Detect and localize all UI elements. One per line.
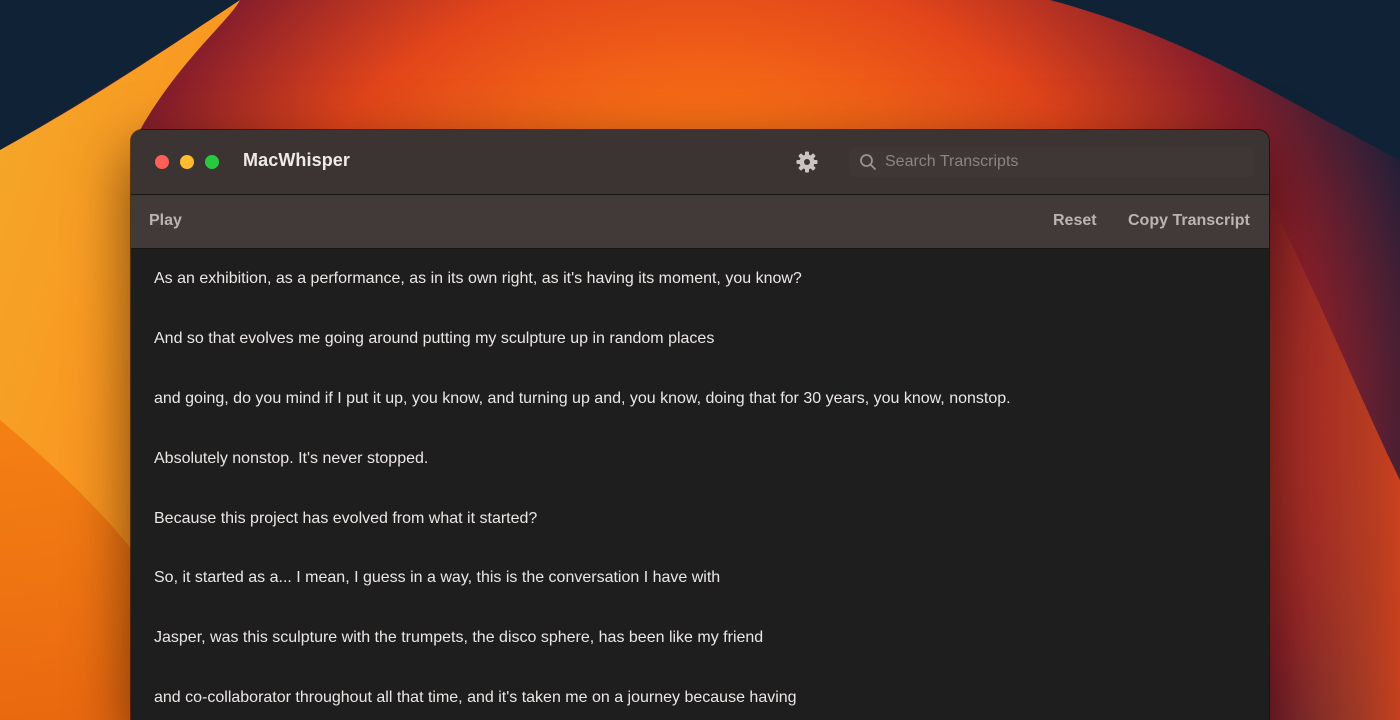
zoom-window-button[interactable] <box>205 155 219 169</box>
app-title: MacWhisper <box>243 150 351 170</box>
copy-transcript-button[interactable]: Copy Transcript <box>1128 212 1250 230</box>
transcript-line[interactable]: and co-collaborator throughout all that … <box>154 689 797 707</box>
reset-button[interactable]: Reset <box>1053 212 1097 230</box>
transcript-view[interactable]: As an exhibition, as a performance, as i… <box>131 249 1269 720</box>
transcript-line[interactable]: As an exhibition, as a performance, as i… <box>154 270 802 288</box>
gear-icon[interactable] <box>795 150 819 174</box>
transcript-line[interactable]: And so that evolves me going around putt… <box>154 330 714 348</box>
title-bar: MacWhisper <box>131 130 1269 195</box>
app-window: MacWhisper Search Transcripts Play Reset… <box>131 130 1269 720</box>
play-button[interactable]: Play <box>149 212 182 230</box>
search-field[interactable] <box>849 147 1254 177</box>
transcript-line[interactable]: Absolutely nonstop. It's never stopped. <box>154 450 428 468</box>
transcript-line[interactable]: Because this project has evolved from wh… <box>154 510 537 528</box>
search-input[interactable] <box>885 147 1245 177</box>
minimize-window-button[interactable] <box>180 155 194 169</box>
transcript-line[interactable]: So, it started as a... I mean, I guess i… <box>154 569 720 587</box>
close-window-button[interactable] <box>155 155 169 169</box>
search-icon <box>860 154 876 170</box>
transcript-line[interactable]: and going, do you mind if I put it up, y… <box>154 390 1011 408</box>
toolbar: Play Reset Copy Transcript <box>131 195 1269 249</box>
transcript-line[interactable]: Jasper, was this sculpture with the trum… <box>154 629 763 647</box>
